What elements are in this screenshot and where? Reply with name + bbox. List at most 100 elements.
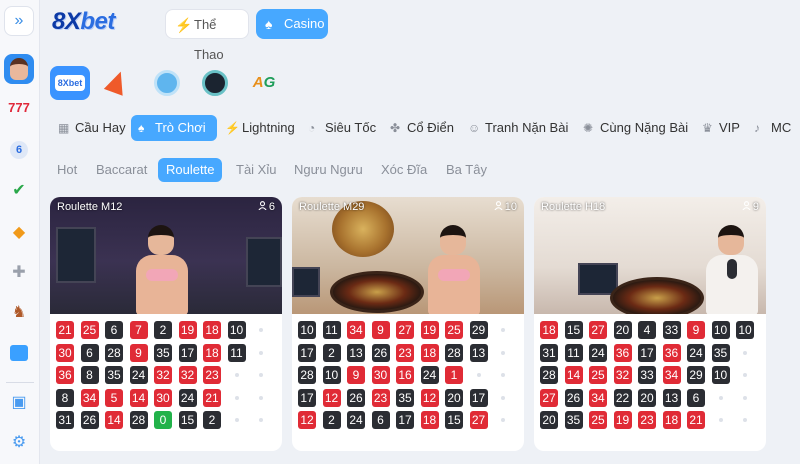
result-cell: 10 <box>711 366 730 385</box>
subtab-roulette[interactable]: Roulette <box>158 158 223 182</box>
subtab-hot[interactable]: Hot <box>57 158 77 182</box>
result-cell: 10 <box>298 321 316 339</box>
result-cell: 7 <box>129 321 148 339</box>
crown-icon: ♛ <box>702 121 713 135</box>
provider-8xbet-label: 8Xbet <box>54 75 86 91</box>
result-cell: 6 <box>105 321 123 339</box>
result-cell: 32 <box>613 366 632 385</box>
table-thumbnail[interactable]: Roulette H18 9 <box>534 197 766 314</box>
result-cell: 16 <box>396 366 414 385</box>
result-cell: 8 <box>80 366 99 385</box>
category-label: MC <box>771 120 792 135</box>
rail-divider <box>6 382 34 383</box>
provider-8xbet[interactable]: 8Xbet <box>50 66 90 100</box>
settings-icon: ✺ <box>583 121 594 135</box>
roulette-wheel <box>610 277 704 314</box>
gift-icon[interactable]: ▣ <box>7 392 31 414</box>
result-cell: 12 <box>322 388 341 407</box>
result-cell: 23 <box>371 388 390 407</box>
category-tro-choi[interactable]: ♠ Trò Chơi <box>131 115 217 141</box>
result-cell: 31 <box>540 343 558 362</box>
settings-gear-icon[interactable]: ⚙ <box>7 432 31 454</box>
result-cell: 24 <box>129 366 148 385</box>
category-mc[interactable]: ♪ MC <box>752 115 791 141</box>
result-cell: 13 <box>662 388 681 407</box>
slot-777-icon[interactable]: 777 <box>7 97 31 119</box>
result-cell: 23 <box>203 366 221 385</box>
dealer-outfit <box>146 269 178 281</box>
result-cell: 18 <box>662 411 681 430</box>
result-cell: 17 <box>396 411 414 430</box>
category-cung-nang-bai[interactable]: ✺ Cùng Nặng Bài <box>581 115 688 141</box>
category-label: Siêu Tốc <box>325 120 377 135</box>
table-thumbnail[interactable]: Roulette M29 10 <box>292 197 524 314</box>
result-cell: 6 <box>80 343 99 362</box>
category-lightning[interactable]: ⚡ Lightning <box>223 115 295 141</box>
result-cell: 22 <box>613 388 632 407</box>
result-cell: 6 <box>687 388 705 407</box>
avatar[interactable] <box>4 54 34 84</box>
category-label: Cổ Điển <box>407 120 454 135</box>
table-name: Roulette H18 <box>541 201 606 213</box>
provider-ag[interactable]: AG <box>244 66 284 100</box>
result-cell: 2 <box>322 343 341 362</box>
result-cell: 20 <box>638 388 656 407</box>
dealer-figure <box>702 219 762 314</box>
category-sieu-toc[interactable]: ◔ Siêu Tốc <box>306 115 376 141</box>
news-icon[interactable] <box>7 342 31 364</box>
subtab-tai-xiu[interactable]: Tài Xỉu <box>236 158 276 182</box>
category-vip[interactable]: ♛ VIP <box>700 115 740 141</box>
category-co-dien[interactable]: ✤ Cổ Điển <box>388 115 454 141</box>
subtab-ba-tay[interactable]: Ba Tây <box>446 158 487 182</box>
result-cell: 34 <box>589 388 607 407</box>
result-cell: 35 <box>564 411 583 430</box>
result-cell: 34 <box>347 321 365 339</box>
empty-slot <box>234 418 239 423</box>
tab-sports[interactable]: ⚡ Thể Thao <box>165 9 249 62</box>
category-label: Lightning <box>242 120 295 135</box>
table-name: Roulette M29 <box>299 201 365 213</box>
subtab-nguu-nguu[interactable]: Ngưu Ngưu <box>294 158 363 182</box>
provider-4[interactable] <box>194 66 234 100</box>
double-chevron-right-icon[interactable]: » <box>4 6 34 36</box>
logo-prefix: 8X <box>52 8 81 35</box>
grid-icon: ▦ <box>58 121 70 135</box>
empty-slot <box>234 395 239 400</box>
provider-2[interactable] <box>96 66 136 100</box>
result-cell: 9 <box>687 321 705 339</box>
empty-slot <box>743 350 747 355</box>
table-thumbnail[interactable]: Roulette M12 6 <box>50 197 282 314</box>
subtab-baccarat[interactable]: Baccarat <box>96 158 147 182</box>
logo[interactable]: 8Xbet <box>52 8 115 36</box>
cards-check-icon[interactable]: ✔ <box>7 180 31 202</box>
result-cell: 26 <box>564 388 583 407</box>
result-cell: 28 <box>445 343 463 362</box>
result-cell: 14 <box>105 411 123 430</box>
lottery-ball-icon[interactable]: 6 <box>7 138 31 160</box>
result-cell: 24 <box>178 388 197 407</box>
category-tranh-nan-bai[interactable]: ☺ Tranh Nặn Bài <box>466 115 568 141</box>
fish-icon[interactable]: ◆ <box>7 222 31 244</box>
result-cell: 34 <box>662 366 681 385</box>
table-card-roulette-h18[interactable]: Roulette H18 9 18 15 27 20 4 33 9 10 10 31 11 24 36 1… <box>534 197 766 451</box>
table-card-roulette-m12[interactable]: Roulette M12 6 21 25 6 7 2 19 18 10 30 6 28 9 35 17 18… <box>50 197 282 451</box>
result-cell: 25 <box>445 321 463 339</box>
category-cau-hay[interactable]: ▦ Cầu Hay <box>56 115 126 141</box>
result-cell: 0 <box>154 411 172 430</box>
empty-slot <box>718 395 723 400</box>
empty-slot <box>501 418 505 423</box>
tab-casino[interactable]: ♠ Casino <box>256 9 328 39</box>
provider-3[interactable] <box>146 66 186 100</box>
dealer-figure <box>424 219 484 314</box>
horse-icon[interactable]: ♞ <box>7 302 31 324</box>
result-cell: 13 <box>469 343 488 362</box>
result-cell: 6 <box>371 411 390 430</box>
dealer-outfit <box>727 259 737 279</box>
subtab-xoc-dia[interactable]: Xóc Đĩa <box>381 158 427 182</box>
result-cell: 28 <box>105 343 123 362</box>
table-card-roulette-m29[interactable]: Roulette M29 10 10 11 34 9 27 19 25 29 17 2 13 26 23… <box>292 197 524 451</box>
result-cell: 19 <box>420 321 439 339</box>
player-count-value: 9 <box>752 201 759 213</box>
result-cell: 24 <box>687 343 705 362</box>
gamepad-icon[interactable]: ✚ <box>7 262 31 284</box>
